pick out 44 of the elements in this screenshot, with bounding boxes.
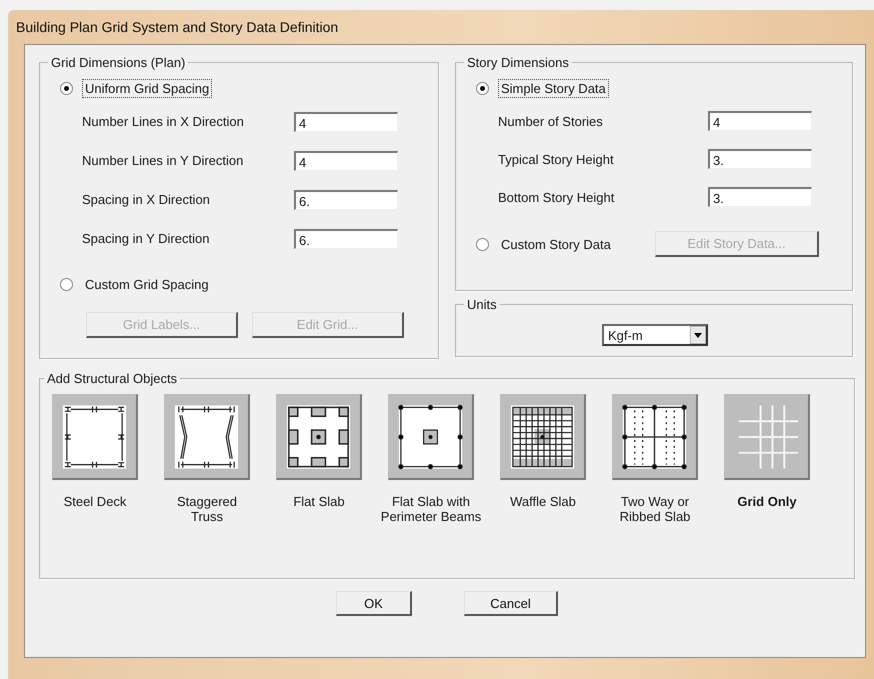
structure-type-button[interactable]	[500, 394, 586, 480]
group-title: Story Dimensions	[466, 55, 570, 70]
radio-button[interactable]	[476, 82, 489, 94]
field-label: Spacing in Y Direction	[82, 231, 210, 246]
structure-type-label: Flat Slab with Perimeter Beams	[380, 494, 482, 524]
input-field[interactable]: 4	[708, 111, 812, 131]
structure-type-label: Steel Deck	[62, 494, 128, 509]
structure-type-button[interactable]	[164, 394, 250, 480]
radio-button[interactable]	[476, 238, 489, 250]
group-title: Add Structural Objects	[46, 371, 178, 386]
structure-type-label: Staggered Truss	[176, 494, 238, 524]
field-label: Number Lines in X Direction	[82, 114, 245, 129]
radio-label[interactable]: Custom Grid Spacing	[83, 276, 211, 292]
structure-type-label: Waffle Slab	[509, 494, 577, 509]
input-field[interactable]: 3.	[708, 187, 812, 207]
input-field[interactable]: 6.	[294, 228, 398, 248]
structure-type-button[interactable]	[388, 394, 474, 480]
radio-label[interactable]: Uniform Grid Spacing	[83, 80, 212, 96]
radio-button[interactable]	[60, 82, 73, 94]
dialog-button[interactable]: OK	[336, 591, 412, 616]
structure-type-label: Two Way or Ribbed Slab	[618, 494, 692, 524]
field-label: Number Lines in Y Direction	[82, 153, 244, 168]
group-title: Units	[466, 297, 498, 312]
window-title: Building Plan Grid System and Story Data Definition	[16, 19, 338, 35]
units-dropdown[interactable]: Kgf-m	[602, 324, 708, 346]
structure-type-label: Grid Only	[736, 494, 798, 509]
radio-label[interactable]: Custom Story Data	[499, 236, 643, 252]
field-label: Typical Story Height	[498, 152, 615, 166]
input-field[interactable]: 6.	[294, 190, 398, 210]
structure-type-label: Flat Slab	[292, 494, 346, 509]
radio-label[interactable]: Simple Story Data	[499, 80, 608, 96]
field-label: Spacing in X Direction	[82, 192, 211, 207]
dialog-button[interactable]: Cancel	[464, 591, 558, 616]
radio-button[interactable]	[60, 278, 73, 290]
group-title: Grid Dimensions (Plan)	[50, 55, 186, 70]
input-field[interactable]: 3.	[708, 149, 812, 169]
structure-type-button[interactable]	[612, 394, 698, 480]
field-label: Number of Stories	[498, 114, 604, 128]
input-field[interactable]: 4	[294, 150, 398, 170]
input-field[interactable]: 4	[294, 112, 398, 132]
field-label: Bottom Story Height	[498, 190, 616, 204]
structure-type-button[interactable]	[276, 394, 362, 480]
structure-type-button[interactable]	[52, 394, 138, 480]
dropdown-arrow-icon[interactable]	[690, 326, 706, 344]
